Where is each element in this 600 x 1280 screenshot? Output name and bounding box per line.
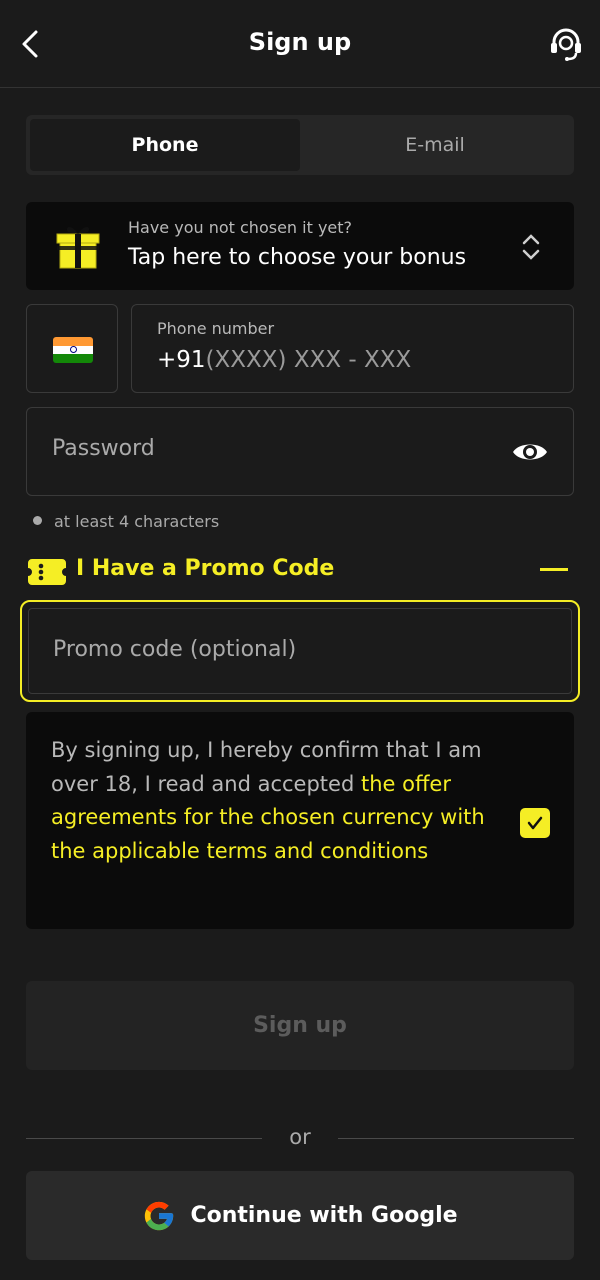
- collapse-minus-icon: [540, 568, 568, 571]
- promo-code-input[interactable]: Promo code (optional): [20, 600, 580, 702]
- phone-number-field[interactable]: Phone number +91(XXXX) XXX - XXX: [131, 304, 574, 393]
- terms-text: By signing up, I hereby confirm that I a…: [51, 734, 511, 868]
- or-separator: or: [289, 1125, 311, 1149]
- phone-number-label: Phone number: [157, 319, 275, 338]
- chevron-up-down-icon: [522, 234, 540, 260]
- bonus-title: Tap here to choose your bonus: [128, 245, 467, 270]
- headset-support-icon[interactable]: [546, 24, 586, 64]
- tab-phone[interactable]: Phone: [30, 119, 300, 171]
- eye-icon[interactable]: [511, 436, 549, 468]
- promo-code-toggle-label: I Have a Promo Code: [76, 556, 335, 581]
- phone-placeholder: (XXXX) XXX - XXX: [205, 347, 412, 373]
- gift-icon: [56, 227, 100, 269]
- tab-email[interactable]: E-mail: [300, 119, 570, 171]
- password-hint-text: at least 4 characters: [54, 512, 220, 531]
- header-bar: Sign up: [0, 0, 600, 88]
- promo-code-placeholder: Promo code (optional): [53, 637, 297, 662]
- phone-number-input[interactable]: +91(XXXX) XXX - XXX: [157, 347, 411, 373]
- divider-right: [338, 1138, 574, 1139]
- password-field[interactable]: Password: [26, 407, 574, 496]
- phone-prefix: +91: [157, 347, 206, 373]
- password-hint: at least 4 characters: [33, 512, 219, 531]
- country-code-selector[interactable]: [26, 304, 118, 393]
- password-placeholder: Password: [52, 436, 155, 461]
- promo-code-toggle[interactable]: I Have a Promo Code: [26, 552, 574, 592]
- promo-code-input-box: Promo code (optional): [28, 608, 572, 694]
- sign-up-button[interactable]: Sign up: [26, 981, 574, 1070]
- india-flag-icon: [53, 337, 93, 363]
- google-icon: [145, 1201, 174, 1230]
- ticket-icon: [28, 559, 66, 585]
- continue-with-google-button[interactable]: Continue with Google: [26, 1171, 574, 1260]
- signup-method-tabs: Phone E-mail: [26, 115, 574, 175]
- google-button-label: Continue with Google: [190, 1203, 458, 1228]
- checkmark-icon: [527, 816, 543, 830]
- page-title: Sign up: [248, 28, 352, 56]
- terms-agreement-box: By signing up, I hereby confirm that I a…: [26, 712, 574, 929]
- terms-checkbox[interactable]: [520, 808, 550, 838]
- bullet-icon: [33, 516, 42, 525]
- bonus-subtitle: Have you not chosen it yet?: [128, 218, 353, 237]
- bonus-selector[interactable]: Have you not chosen it yet? Tap here to …: [26, 202, 574, 290]
